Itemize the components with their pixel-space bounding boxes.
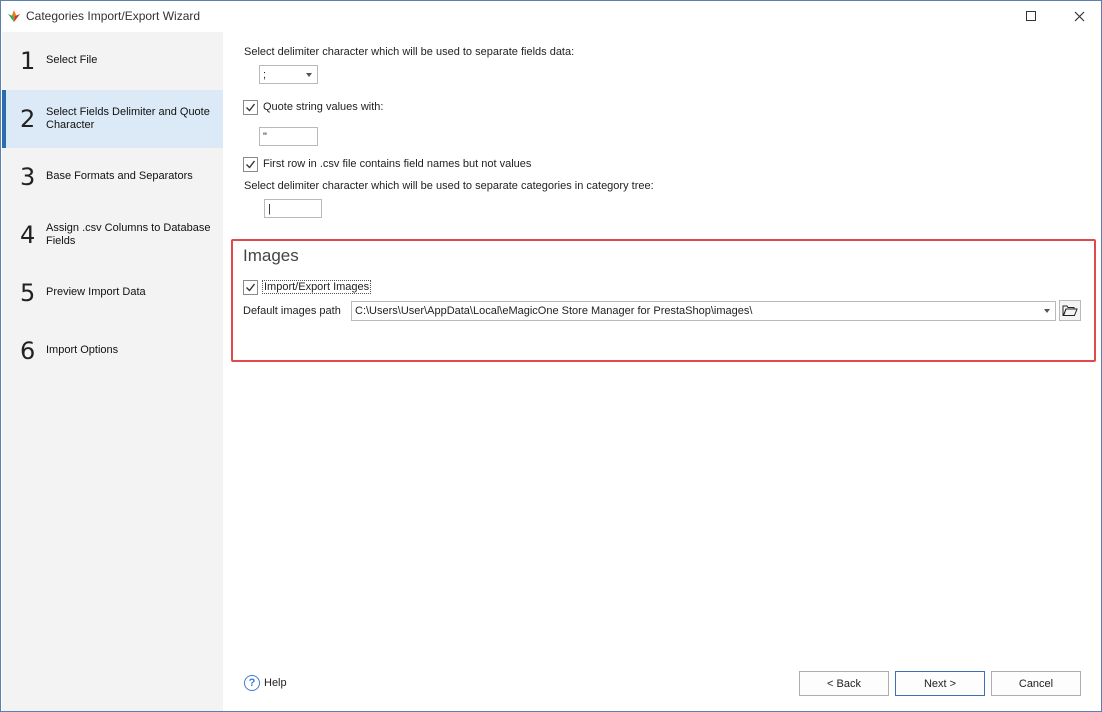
- step-number: 2: [20, 105, 36, 133]
- wizard-window: Categories Import/Export Wizard 1 Select…: [0, 0, 1102, 712]
- steps-sidebar: 1 Select File 2 Select Fields Delimiter …: [2, 32, 223, 711]
- close-icon: [1074, 11, 1084, 21]
- step-number: 4: [20, 221, 36, 249]
- cancel-button[interactable]: Cancel: [991, 671, 1081, 696]
- import-images-label: Import/Export Images: [261, 280, 372, 294]
- step-base-formats[interactable]: 3 Base Formats and Separators: [2, 148, 223, 206]
- step-label: Import Options: [46, 344, 119, 356]
- check-icon: [246, 283, 256, 292]
- help-link[interactable]: ? Help: [244, 674, 287, 692]
- step-preview-import[interactable]: 5 Preview Import Data: [2, 264, 223, 322]
- chevron-down-icon: [306, 73, 312, 77]
- quote-label: Quote string values with:: [263, 101, 384, 113]
- first-row-label: First row in .csv file contains field na…: [263, 158, 532, 170]
- step-label: Preview Import Data: [46, 286, 146, 298]
- step-number: 3: [20, 163, 36, 191]
- step-select-delimiter[interactable]: 2 Select Fields Delimiter and Quote Char…: [2, 90, 223, 148]
- step-select-file[interactable]: 1 Select File: [2, 32, 223, 90]
- step-number: 6: [20, 337, 36, 365]
- browse-folder-button[interactable]: [1059, 300, 1081, 321]
- step-label: Select File: [46, 54, 98, 66]
- category-delimiter-label: Select delimiter character which will be…: [244, 180, 654, 192]
- quote-input[interactable]: ": [259, 127, 318, 146]
- app-logo-icon: [8, 10, 20, 22]
- help-icon: ?: [244, 675, 260, 691]
- images-path-label: Default images path: [243, 305, 341, 317]
- close-button[interactable]: [1064, 5, 1094, 27]
- step-number: 5: [20, 279, 36, 307]
- step-label: Select Fields Delimiter and Quote Charac…: [46, 106, 210, 131]
- first-row-checkbox[interactable]: [243, 157, 258, 172]
- images-path-value: C:\Users\User\AppData\Local\eMagicOne St…: [355, 305, 753, 317]
- images-heading: Images: [243, 246, 299, 265]
- step-import-options[interactable]: 6 Import Options: [2, 322, 223, 380]
- category-delimiter-input[interactable]: |: [264, 199, 322, 218]
- title-bar: Categories Import/Export Wizard: [1, 1, 1101, 31]
- maximize-button[interactable]: [1016, 5, 1046, 27]
- chevron-down-icon: [1044, 309, 1050, 313]
- images-path-select[interactable]: C:\Users\User\AppData\Local\eMagicOne St…: [351, 301, 1056, 321]
- folder-open-icon: [1062, 305, 1078, 316]
- step-label: Assign .csv Columns to Database Fields: [46, 222, 211, 247]
- delimiter-label: Select delimiter character which will be…: [244, 46, 575, 58]
- maximize-icon: [1026, 11, 1036, 21]
- delimiter-select[interactable]: ;: [259, 65, 318, 84]
- category-delimiter-value: |: [268, 203, 271, 215]
- back-button[interactable]: < Back: [799, 671, 889, 696]
- delimiter-value: ;: [263, 69, 267, 81]
- import-images-checkbox[interactable]: [243, 280, 258, 295]
- step-label: Base Formats and Separators: [46, 170, 193, 182]
- quote-checkbox[interactable]: [243, 100, 258, 115]
- quote-value: ": [263, 131, 267, 143]
- window-title: Categories Import/Export Wizard: [26, 9, 201, 23]
- check-icon: [246, 103, 256, 112]
- next-button[interactable]: Next >: [895, 671, 985, 696]
- step-number: 1: [20, 47, 36, 75]
- help-label: Help: [264, 677, 287, 689]
- check-icon: [246, 160, 256, 169]
- step-assign-columns[interactable]: 4 Assign .csv Columns to Database Fields: [2, 206, 223, 264]
